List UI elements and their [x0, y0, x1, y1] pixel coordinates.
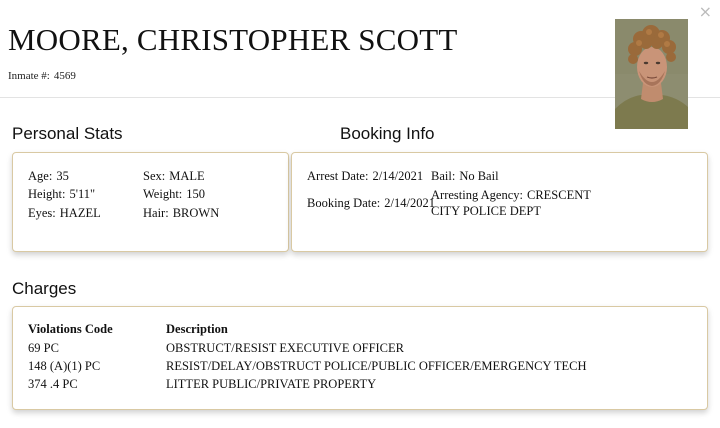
height-label: Height:: [28, 187, 66, 201]
arresting-agency-label: Arresting Agency:: [431, 188, 523, 202]
sex-value: MALE: [169, 169, 205, 183]
age-value: 35: [56, 169, 69, 183]
height-field: Height: 5'11": [28, 187, 95, 202]
charges-heading: Charges: [12, 279, 77, 298]
booking-info-card: Arrest Date: 2/14/2021 Booking Date: 2/14/…: [291, 152, 708, 252]
charges-card: Violations Code Description 69 PC OBSTRU…: [12, 306, 708, 410]
personal-stats-heading: Personal Stats: [12, 124, 123, 143]
booking-date-label: Booking Date:: [307, 196, 381, 210]
booking-date-field: Booking Date: 2/14/2021: [307, 196, 435, 211]
hair-field: Hair: BROWN: [143, 206, 219, 221]
description-header: Description: [166, 322, 228, 336]
charge-description: RESIST/DELAY/OBSTRUCT POLICE/PUBLIC OFFI…: [166, 359, 587, 373]
bail-field: Bail: No Bail: [431, 169, 499, 184]
personal-stats-card: Age: 35 Height: 5'11" Eyes: HAZEL Sex: MALE …: [12, 152, 289, 252]
weight-label: Weight:: [143, 187, 183, 201]
mugshot-image: [615, 19, 688, 129]
arrest-date-field: Arrest Date: 2/14/2021: [307, 169, 423, 184]
sex-field: Sex: MALE: [143, 169, 205, 184]
close-icon[interactable]: ×: [699, 4, 712, 20]
inmate-number-label: Inmate #:: [8, 70, 50, 82]
eyes-label: Eyes:: [28, 206, 56, 220]
sex-label: Sex:: [143, 169, 166, 183]
booking-date-value: 2/14/2021: [384, 196, 435, 210]
age-field: Age: 35: [28, 169, 69, 184]
arresting-agency-field: Arresting Agency: CRESCENT CITY POLICE DE…: [431, 187, 601, 219]
charge-code: 374 .4 PC: [28, 377, 78, 391]
height-value: 5'11": [69, 187, 96, 201]
inmate-number-value: 4569: [53, 70, 76, 82]
inmate-name: MOORE, CHRISTOPHER SCOTT: [8, 22, 458, 57]
charge-code: 69 PC: [28, 341, 59, 355]
header-divider: [0, 97, 720, 98]
hair-label: Hair:: [143, 206, 169, 220]
violations-code-header: Violations Code: [28, 322, 113, 336]
booking-info-heading: Booking Info: [340, 124, 435, 143]
arrest-date-value: 2/14/2021: [372, 169, 424, 183]
charge-description: LITTER PUBLIC/PRIVATE PROPERTY: [166, 377, 377, 391]
hair-value: BROWN: [172, 206, 220, 220]
charge-description: OBSTRUCT/RESIST EXECUTIVE OFFICER: [166, 341, 404, 355]
bail-value: No Bail: [459, 169, 499, 183]
arrest-date-label: Arrest Date:: [307, 169, 369, 183]
eyes-field: Eyes: HAZEL: [28, 206, 101, 221]
eyes-value: HAZEL: [59, 206, 101, 220]
weight-field: Weight: 150: [143, 187, 205, 202]
bail-label: Bail:: [431, 169, 456, 183]
mugshot-photo: [615, 19, 688, 129]
age-label: Age:: [28, 169, 53, 183]
charge-code: 148 (A)(1) PC: [28, 359, 101, 373]
weight-value: 150: [186, 187, 206, 201]
inmate-number: Inmate #: 4569: [8, 70, 76, 82]
